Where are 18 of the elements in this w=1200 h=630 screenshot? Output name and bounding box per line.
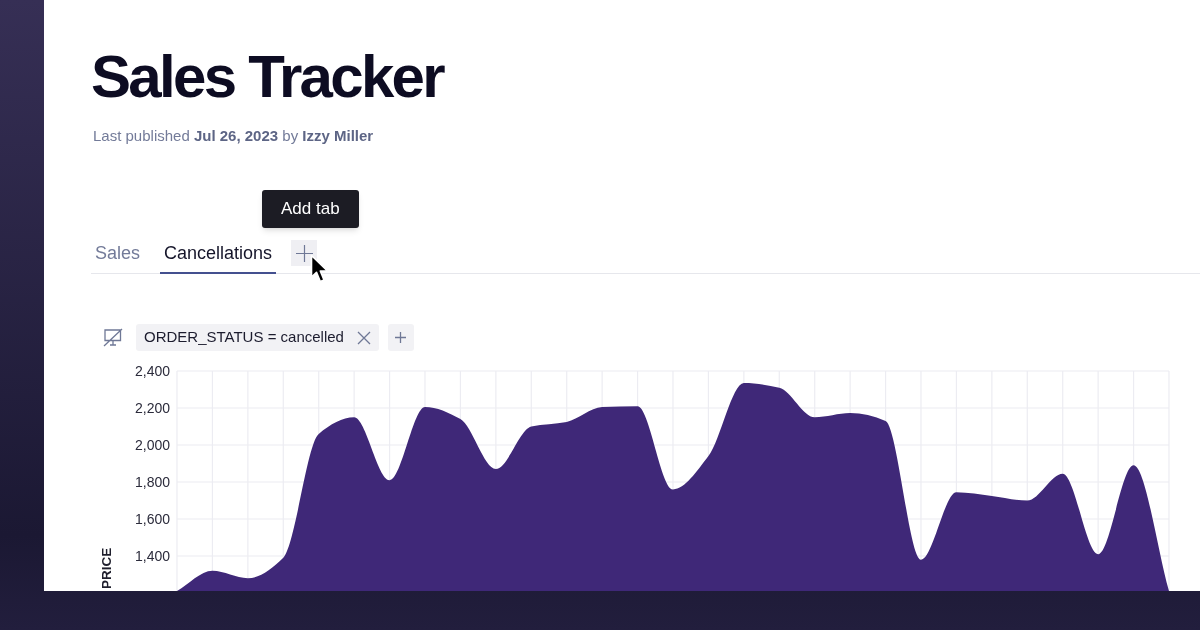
y-axis-tick-label: 1,600 <box>134 511 170 527</box>
y-axis-tick-label: 2,400 <box>134 363 170 379</box>
add-filter-button[interactable] <box>387 324 414 351</box>
close-icon[interactable] <box>356 330 371 345</box>
add-tab-tooltip: Add tab <box>262 190 359 228</box>
published-byline: Last published Jul 26, 2023 by Izzy Miller <box>93 126 374 146</box>
y-axis-tick-label: 2,200 <box>134 400 170 416</box>
filter-chip[interactable]: ORDER_STATUS = cancelled <box>136 324 379 351</box>
monitor-slash-icon <box>103 328 123 347</box>
tab[interactable]: Cancellations <box>160 233 277 274</box>
page-title: Sales Tracker <box>91 47 443 107</box>
plus-icon <box>395 332 407 343</box>
y-axis-tick-label: 2,000 <box>134 437 170 453</box>
tab[interactable]: Sales <box>91 233 145 274</box>
y-axis-title: PRICE <box>99 547 114 589</box>
y-axis-tick-label: 1,800 <box>134 474 170 490</box>
plus-icon <box>295 244 313 262</box>
y-axis-tick-label: 1,400 <box>134 548 170 564</box>
